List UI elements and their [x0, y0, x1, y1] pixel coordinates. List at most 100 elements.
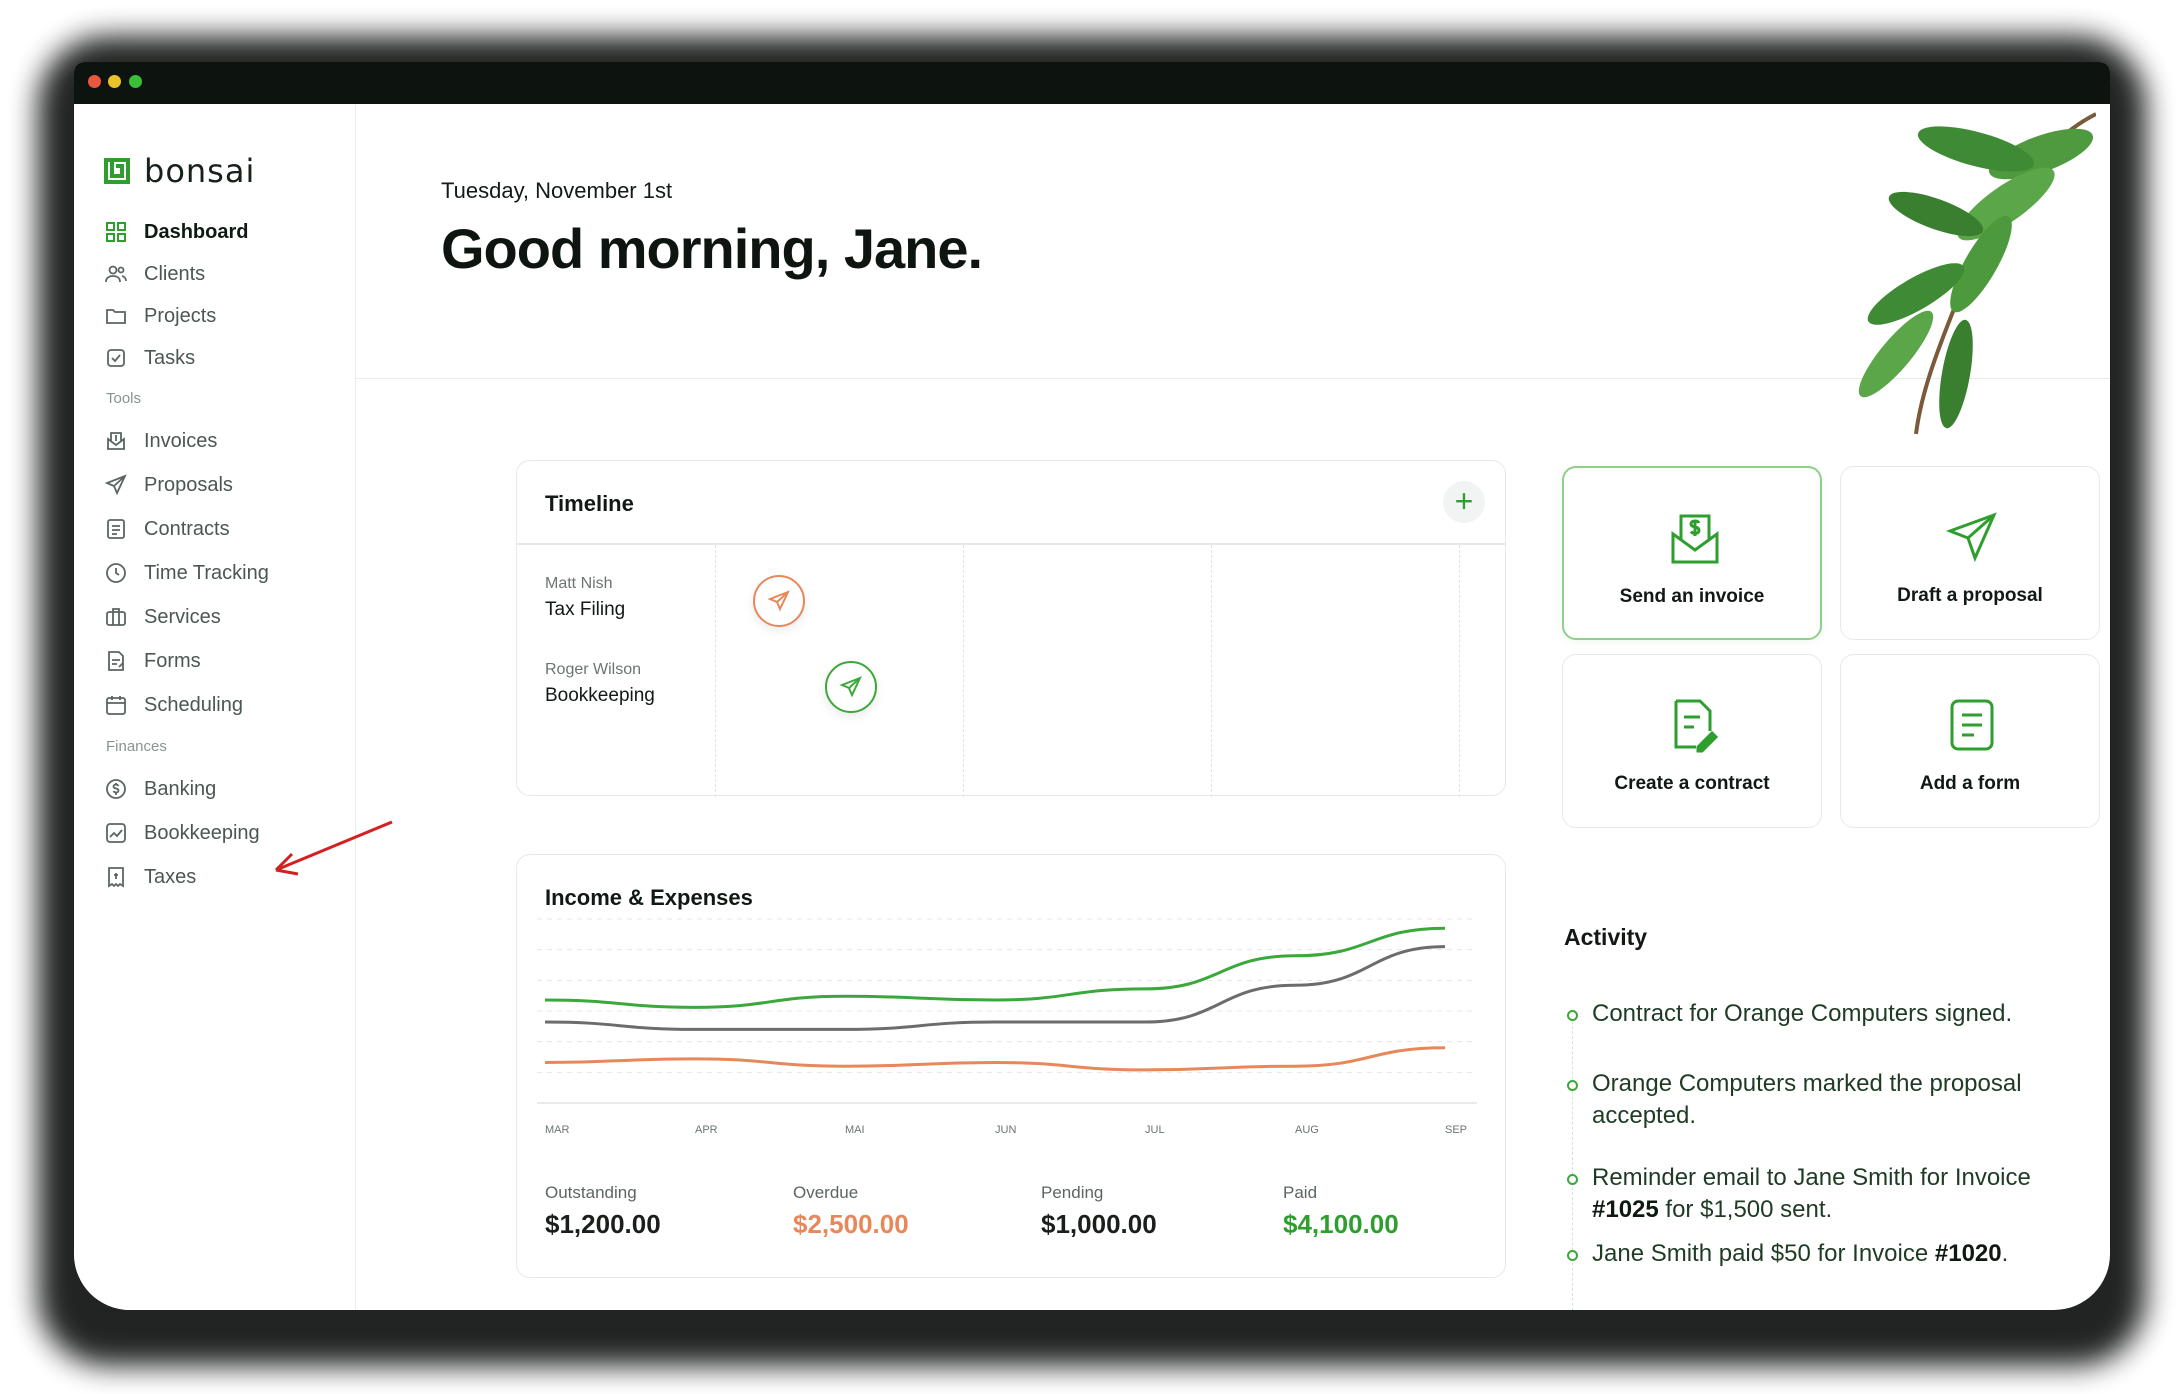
stat-overdue-label: Overdue	[793, 1183, 859, 1202]
sidebar-item-label: Forms	[144, 649, 201, 672]
logo-text: bonsai	[144, 152, 256, 190]
stat-outstanding-value: $1,200.00	[545, 1209, 661, 1239]
form-icon	[108, 651, 124, 671]
chart-x-tick-label: MAI	[845, 1124, 865, 1136]
paper-plane-icon	[839, 676, 862, 698]
chart-icon	[106, 823, 126, 843]
form-lines-icon	[1950, 699, 1994, 751]
timeline-task[interactable]: Bookkeeping	[545, 685, 655, 707]
sidebar-item-label: Taxes	[144, 865, 197, 888]
activity-dot	[1567, 1010, 1578, 1021]
timeline-title: Timeline	[545, 491, 634, 516]
invoice-number-link[interactable]: #1020	[1935, 1240, 2002, 1267]
sidebar-item-contracts[interactable]: Contracts	[104, 514, 230, 544]
stat-pending-value: $1,000.00	[1041, 1209, 1157, 1239]
sidebar-item-label: Banking	[144, 777, 217, 800]
invoice-icon	[107, 432, 125, 450]
action-label: Send an invoice	[1619, 586, 1765, 607]
chart-x-tick-label: MAR	[545, 1124, 570, 1136]
sidebar-item-label: Bookkeeping	[144, 821, 260, 844]
sidebar-item-bookkeeping[interactable]: Bookkeeping	[104, 818, 260, 848]
activity-item: Jane Smith paid $50 for Invoice #1020.	[1592, 1238, 2072, 1270]
briefcase-icon	[106, 608, 126, 626]
chart-x-tick-label: JUN	[995, 1124, 1016, 1136]
paper-plane-icon	[1946, 512, 1997, 563]
timeline-gridline	[963, 545, 964, 797]
sidebar-item-dashboard[interactable]: Dashboard	[104, 217, 248, 247]
leaves-illustration	[1858, 112, 2096, 434]
checkbox-icon	[107, 349, 125, 367]
activity-dot	[1567, 1250, 1578, 1261]
chart-x-tick-label: AUG	[1295, 1124, 1319, 1136]
activity-timeline-line	[1572, 1016, 1573, 1310]
close-window-button[interactable]	[88, 75, 101, 88]
maximize-window-button[interactable]	[129, 75, 142, 88]
send-invoice-button[interactable]: Send an invoice	[1562, 466, 1822, 640]
receipt-icon	[108, 867, 124, 888]
sidebar-item-label: Projects	[144, 304, 217, 327]
invoice-number-link[interactable]: #1025	[1592, 1196, 1659, 1223]
timeline-divider	[517, 543, 1505, 545]
sidebar-item-taxes[interactable]: Taxes	[104, 862, 196, 892]
sidebar-item-invoices[interactable]: Invoices	[104, 426, 217, 456]
action-label: Add a form	[1919, 773, 2021, 794]
income-expenses-chart: MAR APR MAI JUN JUL AUG SEP	[537, 918, 1477, 1136]
sidebar-item-label: Contracts	[144, 517, 230, 540]
timeline-client: Roger Wilson	[545, 661, 642, 678]
sidebar-item-label: Scheduling	[144, 693, 243, 716]
stat-paid-value: $4,100.00	[1283, 1209, 1399, 1239]
timeline-event-tax-filing[interactable]	[753, 575, 805, 627]
main-content: Tuesday, November 1st Good morning, Jane…	[356, 104, 2110, 1310]
activity-text: .	[2001, 1240, 2009, 1267]
stat-pending-label: Pending	[1041, 1183, 1104, 1202]
chart-series-line-0	[544, 926, 1446, 1009]
activity-item: Contract for Orange Computers signed.	[1592, 1000, 2013, 1027]
chart-x-tick-label: SEP	[1445, 1124, 1467, 1136]
tools-section-label: Tools	[106, 390, 142, 407]
draft-proposal-button[interactable]: Draft a proposal	[1840, 466, 2100, 640]
sidebar-item-services[interactable]: Services	[104, 602, 221, 632]
logo[interactable]: bonsai	[102, 152, 255, 190]
timeline-gridline	[1459, 545, 1460, 797]
chart-series-line-2	[544, 1046, 1446, 1072]
stat-overdue-value: $2,500.00	[793, 1209, 909, 1239]
sidebar-item-forms[interactable]: Forms	[104, 646, 201, 676]
sidebar-item-label: Dashboard	[144, 220, 249, 243]
stat-paid-label: Paid	[1283, 1183, 1318, 1202]
sidebar-item-tasks[interactable]: Tasks	[104, 343, 195, 373]
bonsai-logo-icon	[104, 158, 130, 184]
page-title: Good morning, Jane.	[441, 217, 983, 280]
activity-item: Reminder email to Jane Smith for Invoice…	[1592, 1162, 2072, 1227]
sidebar-item-proposals[interactable]: Proposals	[104, 470, 233, 500]
income-expenses-card: Income & Expenses MAR APR MAI JUN JUL AUG SEP …	[516, 854, 1506, 1278]
timeline-event-bookkeeping[interactable]	[825, 661, 877, 713]
action-label: Draft a proposal	[1897, 585, 2043, 606]
sidebar-item-scheduling[interactable]: Scheduling	[104, 690, 243, 720]
activity-item: Orange Computers marked the proposal acc…	[1592, 1070, 2022, 1130]
add-form-button[interactable]: Add a form	[1840, 654, 2100, 828]
folder-icon	[106, 309, 126, 324]
activity-text: Jane Smith paid $50 for Invoice	[1592, 1240, 1935, 1267]
timeline-gridline	[1211, 545, 1212, 797]
invoice-send-icon	[1671, 514, 1719, 564]
calendar-icon	[106, 696, 126, 715]
sidebar-item-projects[interactable]: Projects	[104, 301, 216, 331]
sidebar-item-label: Invoices	[144, 429, 218, 452]
timeline-card: Timeline + Matt Nish Tax Filing Roger Wi…	[516, 460, 1506, 797]
timeline-client: Matt Nish	[545, 575, 613, 592]
timeline-task[interactable]: Tax Filing	[545, 599, 625, 621]
minimize-window-button[interactable]	[108, 75, 121, 88]
date-label: Tuesday, November 1st	[441, 178, 673, 203]
users-icon	[105, 265, 127, 283]
add-timeline-button[interactable]: +	[1443, 481, 1485, 523]
income-title: Income & Expenses	[545, 885, 753, 910]
send-icon	[104, 474, 127, 496]
sidebar-item-banking[interactable]: Banking	[104, 774, 216, 804]
stat-outstanding-label: Outstanding	[545, 1183, 637, 1202]
sidebar-item-clients[interactable]: Clients	[104, 259, 205, 289]
sidebar-item-label: Tasks	[144, 346, 196, 369]
sidebar-item-time-tracking[interactable]: Time Tracking	[104, 558, 269, 588]
chart-x-tick-label: JUL	[1145, 1124, 1165, 1136]
create-contract-button[interactable]: Create a contract	[1562, 654, 1822, 828]
paper-plane-icon	[767, 590, 790, 612]
